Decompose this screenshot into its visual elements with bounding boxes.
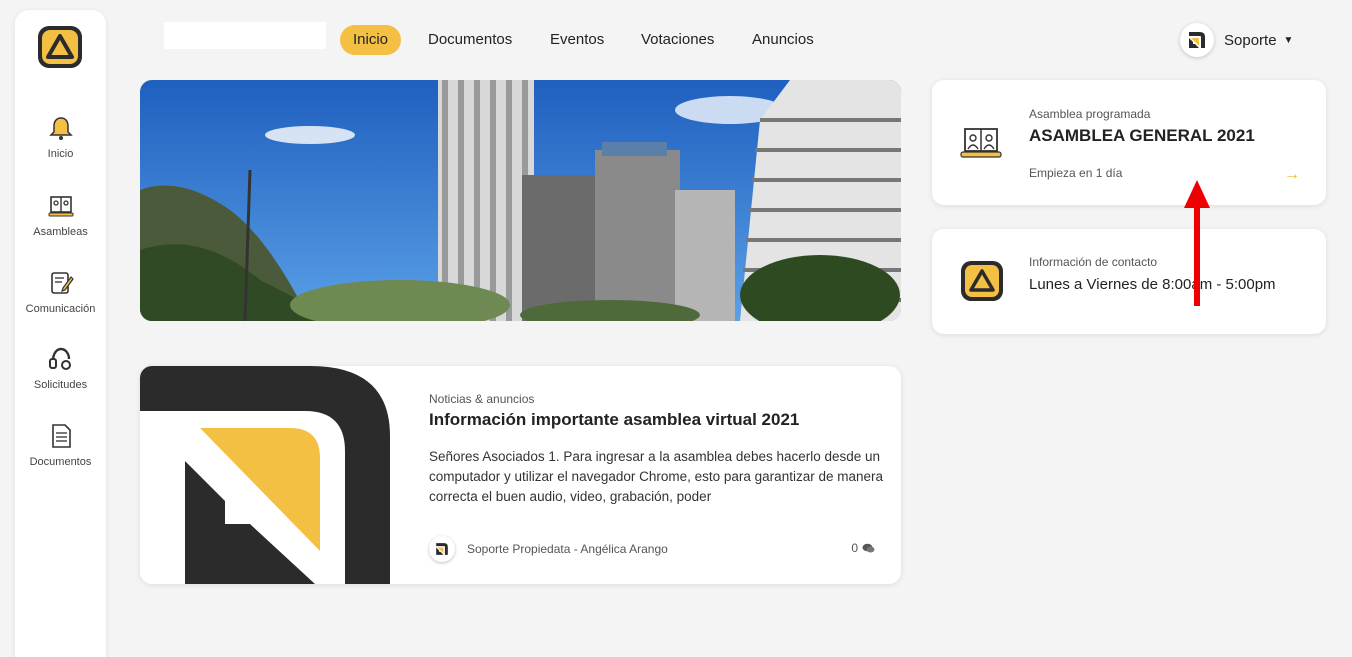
brand-mark-icon	[1189, 32, 1205, 48]
nav-votaciones[interactable]: Votaciones	[641, 25, 714, 55]
contact-tag: Información de contacto	[1029, 255, 1158, 269]
document-icon	[51, 424, 71, 448]
sidebar-item-label: Solicitudes	[33, 379, 88, 391]
video-conference-icon	[48, 196, 73, 217]
sidebar-item-label: Documentos	[29, 456, 92, 468]
video-conference-icon	[960, 128, 1002, 158]
assembly-tag: Asamblea programada	[1029, 107, 1151, 121]
sidebar-item-label: Inicio	[47, 148, 74, 160]
city-skyline-illustration	[140, 80, 901, 321]
scheduled-assembly-card[interactable]: Asamblea programada ASAMBLEA GENERAL 202…	[932, 80, 1326, 205]
news-category: Noticias & anuncios	[429, 392, 535, 406]
nav-anuncios[interactable]: Anuncios	[752, 25, 814, 55]
sidebar: Inicio Asambleas Comunicación Solicitude…	[15, 10, 106, 657]
assembly-start-time: Empieza en 1 día	[1029, 166, 1123, 180]
bell-icon	[48, 117, 73, 140]
sidebar-item-label: Asambleas	[33, 226, 88, 238]
avatar	[429, 536, 455, 562]
brand-logo-area	[164, 22, 326, 49]
nav-eventos[interactable]: Eventos	[550, 25, 604, 55]
user-name: Soporte	[1224, 31, 1277, 49]
comment-count-value: 0	[851, 541, 858, 555]
annotation-arrow-icon	[1184, 180, 1210, 306]
edit-document-icon	[50, 272, 74, 294]
news-excerpt: Señores Asociados 1. Para ingresar a la …	[429, 449, 883, 504]
avatar	[1180, 23, 1214, 57]
sidebar-item-documentos[interactable]: Documentos	[15, 422, 106, 468]
nav-inicio[interactable]: Inicio	[340, 25, 402, 55]
comments-icon	[862, 543, 875, 552]
app-logo[interactable]	[31, 18, 89, 76]
arrow-right-icon[interactable]: →	[1284, 166, 1300, 184]
headset-icon	[48, 347, 71, 370]
sidebar-item-inicio[interactable]: Inicio	[15, 114, 106, 160]
sidebar-item-comunicacion[interactable]: Comunicación	[15, 269, 106, 315]
brand-logo-icon	[961, 261, 1003, 301]
news-brand-logo-image	[140, 366, 390, 584]
brand-mark-icon	[436, 543, 448, 555]
sidebar-item-asambleas[interactable]: Asambleas	[15, 192, 106, 238]
assembly-title: ASAMBLEA GENERAL 2021	[1029, 126, 1255, 145]
sidebar-item-label: Comunicación	[25, 303, 96, 315]
news-title[interactable]: Información importante asamblea virtual …	[429, 410, 799, 430]
news-card[interactable]: Noticias & anuncios Información importan…	[140, 366, 901, 584]
author-name: Soporte Propiedata - Angélica Arango	[467, 542, 668, 556]
contact-hours: Lunes a Viernes de 8:00am - 5:00pm	[1029, 276, 1276, 293]
hero-banner-image	[140, 80, 901, 321]
contact-info-card: Información de contacto Lunes a Viernes …	[932, 229, 1326, 334]
nav-documentos[interactable]: Documentos	[428, 25, 512, 55]
chevron-down-icon: ▼	[1283, 34, 1294, 46]
news-author: Soporte Propiedata - Angélica Arango	[429, 536, 668, 562]
comment-count[interactable]: 0	[851, 541, 875, 555]
sidebar-item-solicitudes[interactable]: Solicitudes	[15, 345, 106, 391]
user-menu[interactable]: Soporte ▼	[1180, 22, 1293, 58]
